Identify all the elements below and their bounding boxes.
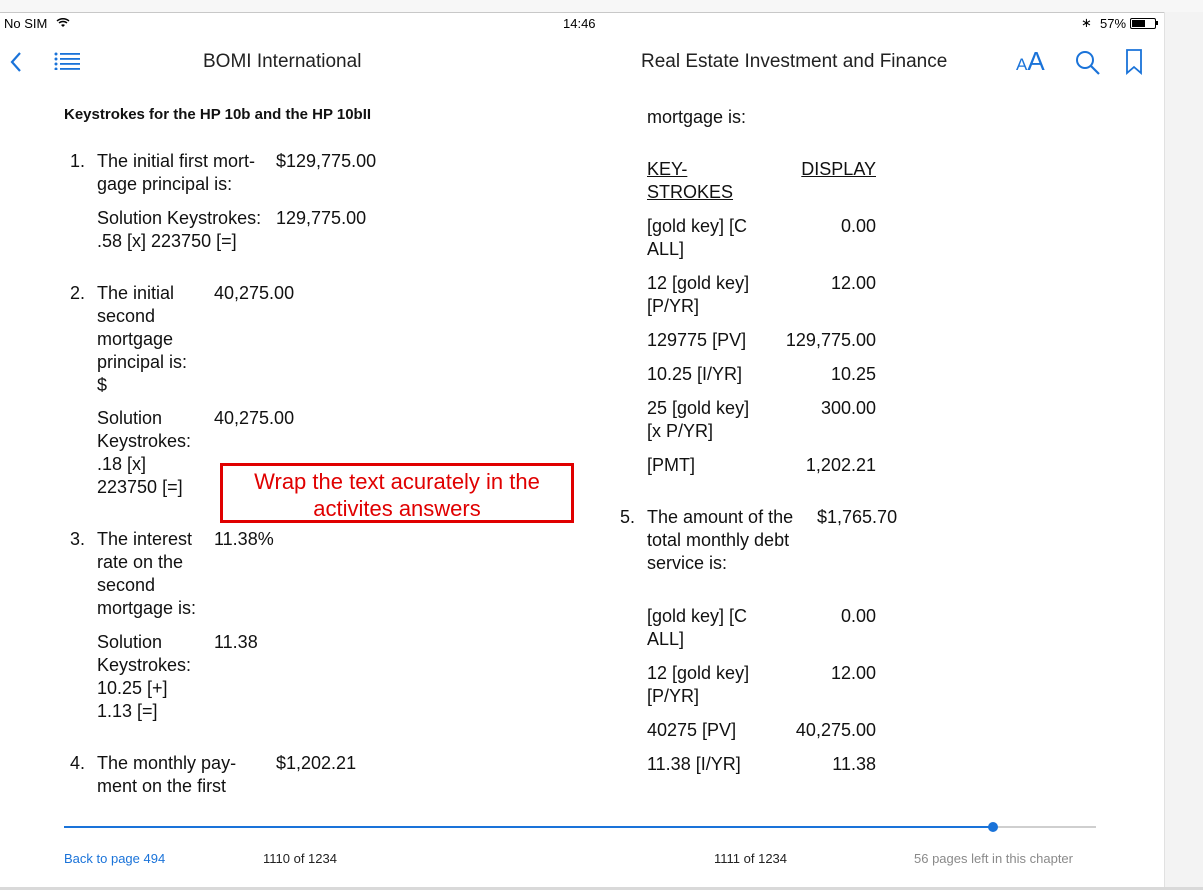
keystroke-cell: [P/YR]	[647, 686, 700, 706]
clock: 14:46	[563, 16, 596, 31]
continued-text: mortgage is:	[647, 107, 747, 127]
battery-icon	[1130, 18, 1156, 29]
question-line: The initial first mort-	[97, 151, 256, 171]
annotation-line: activites answers	[313, 496, 481, 521]
keystroke-cell: [gold key] [C	[647, 606, 748, 626]
display-cell: 11.38	[832, 754, 876, 774]
keystroke-cell: 11.38 [I/YR]	[647, 754, 741, 774]
solution-label: Keystrokes:	[97, 655, 192, 675]
back-to-page-link[interactable]: Back to page 494	[64, 851, 165, 866]
keystroke-cell: 25 [gold key]	[647, 398, 750, 418]
solution-keystrokes: .58 [x] 223750 [=]	[97, 231, 237, 251]
keystroke-cell: 12 [gold key]	[647, 273, 750, 293]
page-progress-fill	[64, 826, 993, 828]
status-bar: No SIM 14:46 ∗ 57%	[0, 0, 1203, 31]
answer-value: $129,775.00	[276, 151, 377, 171]
display-cell: 12.00	[830, 273, 876, 293]
back-chevron-icon[interactable]	[9, 52, 23, 72]
solution-value: 40,275.00	[214, 408, 295, 428]
page-progress-knob[interactable]	[988, 822, 998, 832]
question-line: principal is:	[97, 352, 188, 372]
question-line: $	[97, 375, 108, 395]
question-line: total monthly debt	[647, 530, 790, 550]
bookmark-icon[interactable]	[1125, 49, 1143, 75]
book-title: Real Estate Investment and Finance	[641, 51, 948, 72]
display-cell: 300.00	[820, 398, 876, 418]
keystroke-cell: 10.25 [I/YR]	[647, 364, 743, 384]
keystroke-cell: [x P/YR]	[647, 421, 714, 441]
solution-label: Solution	[97, 408, 163, 428]
right-page-number: 1111 of 1234	[714, 851, 788, 866]
answer-value: 40,275.00	[214, 283, 295, 303]
answer-value: 11.38%	[214, 529, 274, 549]
item-number: 4.	[70, 753, 86, 773]
question-line: The interest	[97, 529, 193, 549]
bluetooth-icon: ∗	[1081, 15, 1092, 30]
keystrokes-header: KEY-	[647, 159, 688, 179]
battery-tip	[1156, 21, 1158, 25]
carrier-label: No SIM	[4, 16, 48, 31]
answer-value: $1,202.21	[276, 753, 357, 773]
solution-value: 129,775.00	[276, 208, 367, 228]
display-cell: 1,202.21	[805, 455, 876, 475]
display-cell: 0.00	[840, 216, 876, 236]
battery-percent: 57%	[1100, 16, 1127, 31]
question-line: The initial	[97, 283, 175, 303]
search-icon[interactable]	[1075, 50, 1101, 76]
solution-value: 11.38	[214, 632, 258, 652]
book-author-title: BOMI International	[203, 51, 362, 72]
keystroke-cell: [gold key] [C	[647, 216, 748, 236]
page-heading: Keystrokes for the HP 10b and the HP 10b…	[64, 106, 372, 123]
item-number: 2.	[70, 283, 86, 303]
display-cell: 129,775.00	[785, 330, 876, 350]
table-of-contents-icon[interactable]	[54, 52, 80, 70]
solution-label: Solution	[97, 632, 163, 652]
display-cell: 40,275.00	[795, 720, 876, 740]
question-line: service is:	[647, 553, 728, 573]
solution-keystrokes: 1.13 [=]	[97, 701, 158, 721]
keystroke-cell: 12 [gold key]	[647, 663, 750, 683]
display-cell: 12.00	[830, 663, 876, 683]
wifi-icon	[56, 17, 70, 27]
keystroke-cell: [P/YR]	[647, 296, 700, 316]
keystroke-cell: 40275 [PV]	[647, 720, 737, 740]
solution-keystrokes: .18 [x]	[97, 454, 147, 474]
display-cell: 0.00	[840, 606, 876, 626]
question-line: mortgage	[97, 329, 174, 349]
right-edge-strip	[1164, 12, 1203, 888]
font-size-icon[interactable]: AA	[1016, 46, 1045, 77]
pages-left-label: 56 pages left in this chapter	[914, 851, 1073, 866]
keystroke-cell: 129775 [PV]	[647, 330, 747, 350]
item-number: 5.	[620, 507, 636, 527]
question-line: gage principal is:	[97, 174, 233, 194]
solution-keystrokes: 223750 [=]	[97, 477, 183, 497]
question-line: ment on the first	[97, 776, 227, 796]
answer-value: $1,765.70	[817, 507, 898, 527]
display-header: DISPLAY	[801, 159, 876, 179]
item-number: 3.	[70, 529, 86, 549]
left-page-number: 1110 of 1234	[263, 851, 337, 866]
solution-label: Solution Keystrokes:	[97, 208, 262, 228]
keystrokes-header: STROKES	[647, 182, 734, 202]
question-line: The monthly pay-	[97, 753, 237, 773]
item-number: 1.	[70, 151, 86, 171]
solution-label: Keystrokes:	[97, 431, 192, 451]
keystroke-cell: [PMT]	[647, 455, 695, 475]
annotation-line: Wrap the text acurately in the	[254, 469, 540, 494]
keystroke-cell: ALL]	[647, 239, 685, 259]
keystroke-cell: ALL]	[647, 629, 685, 649]
question-line: The amount of the	[647, 507, 794, 527]
question-line: second	[97, 306, 156, 326]
solution-keystrokes: 10.25 [+]	[97, 678, 168, 698]
annotation-callout: Wrap the text acurately in the activites…	[220, 463, 574, 523]
display-cell: 10.25	[830, 364, 876, 384]
question-line: rate on the	[97, 552, 184, 572]
question-line: second	[97, 575, 156, 595]
question-line: mortgage is:	[97, 598, 197, 618]
reader-toolbar: BOMI International Real Estate Investmen…	[0, 40, 1160, 84]
